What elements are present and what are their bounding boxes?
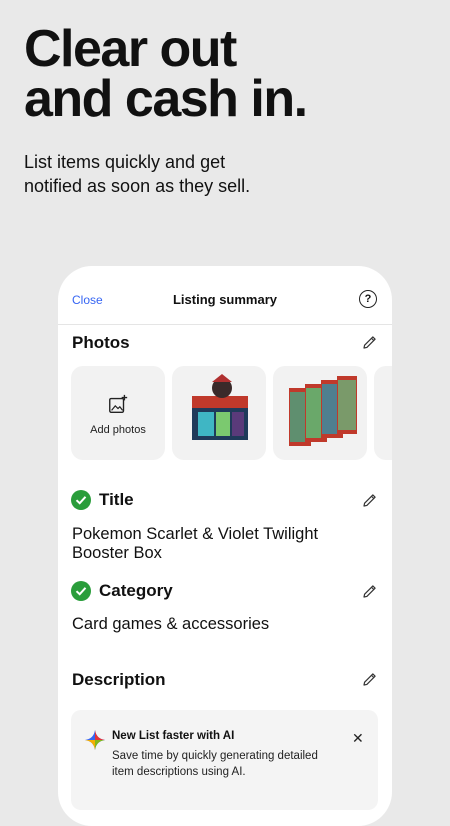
category-heading: Category <box>99 581 173 600</box>
edit-category-icon[interactable] <box>361 582 379 600</box>
ai-banner-title: New List faster with AI <box>112 730 235 742</box>
title-value: Pokemon Scarlet & Violet Twilight Booste… <box>72 525 318 563</box>
photo-thumbnail-booster-packs[interactable] <box>273 366 367 460</box>
page-title: Listing summary <box>172 292 278 307</box>
ai-sparkle-icon <box>85 730 105 750</box>
hero-subtext-line1: List items quickly and get <box>24 152 226 172</box>
hero-subtext: List items quickly and get notified as s… <box>24 150 250 198</box>
photo-thumbnail-partial[interactable] <box>374 366 392 460</box>
booster-box-image <box>192 374 248 440</box>
ai-banner-close-icon[interactable]: ✕ <box>352 730 364 747</box>
hero-subtext-line2: notified as soon as they sell. <box>24 176 251 196</box>
title-value-line2: Booster Box <box>72 544 162 562</box>
photo-thumbnail-booster-box[interactable] <box>172 366 266 460</box>
title-value-line1: Pokemon Scarlet & Violet Twilight <box>72 525 319 543</box>
category-check-icon <box>71 581 91 601</box>
category-value: Card games & accessories <box>72 615 270 633</box>
add-photos-button[interactable]: Add photos <box>71 366 165 460</box>
hero-headline: Clear out and cash in. <box>24 23 308 125</box>
listing-summary-screen: Close Listing summary ? Photos Add photo… <box>58 266 392 826</box>
title-check-icon <box>71 490 91 510</box>
title-heading: Title <box>99 490 134 509</box>
description-heading: Description <box>72 670 166 689</box>
booster-packs-image <box>289 376 357 446</box>
edit-description-icon[interactable] <box>361 670 379 688</box>
edit-title-icon[interactable] <box>361 491 379 509</box>
add-photos-label: Add photos <box>90 424 146 436</box>
edit-photos-icon[interactable] <box>361 333 379 351</box>
help-icon[interactable]: ? <box>359 290 377 308</box>
photos-heading: Photos <box>72 333 130 352</box>
ai-banner: New List faster with AI Save time by qui… <box>71 710 378 810</box>
add-photo-icon <box>109 394 128 413</box>
hero-headline-line2: and cash in. <box>24 70 308 128</box>
top-bar: Close Listing summary ? <box>58 266 392 325</box>
ai-banner-body: Save time by quickly generating detailed… <box>112 750 318 778</box>
